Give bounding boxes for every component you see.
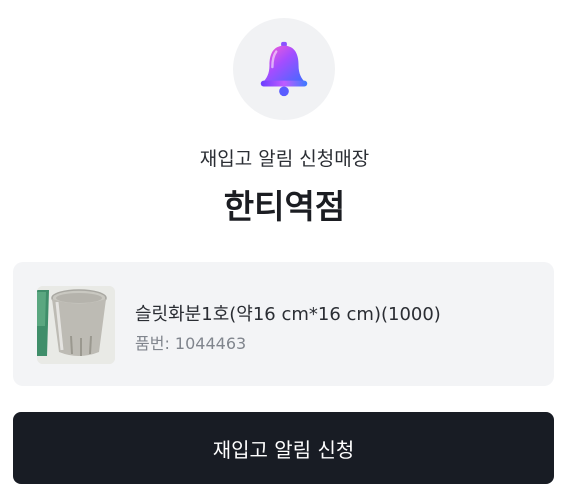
store-name-title: 한티역점 (223, 187, 346, 226)
product-card: 슬릿화분1호(약16 cm*16 cm)(1000) 품번: 1044463 (13, 262, 554, 386)
restock-notify-button[interactable]: 재입고 알림 신청 (13, 412, 554, 484)
flower-pot-image (37, 286, 115, 364)
page-subtitle: 재입고 알림 신청매장 (199, 148, 370, 170)
product-code: 품번: 1044463 (135, 334, 247, 353)
bell-icon-container (233, 18, 335, 120)
product-image (37, 286, 115, 364)
product-name: 슬릿화분1호(약16 cm*16 cm)(1000) (135, 304, 441, 325)
bell-icon (260, 41, 308, 97)
